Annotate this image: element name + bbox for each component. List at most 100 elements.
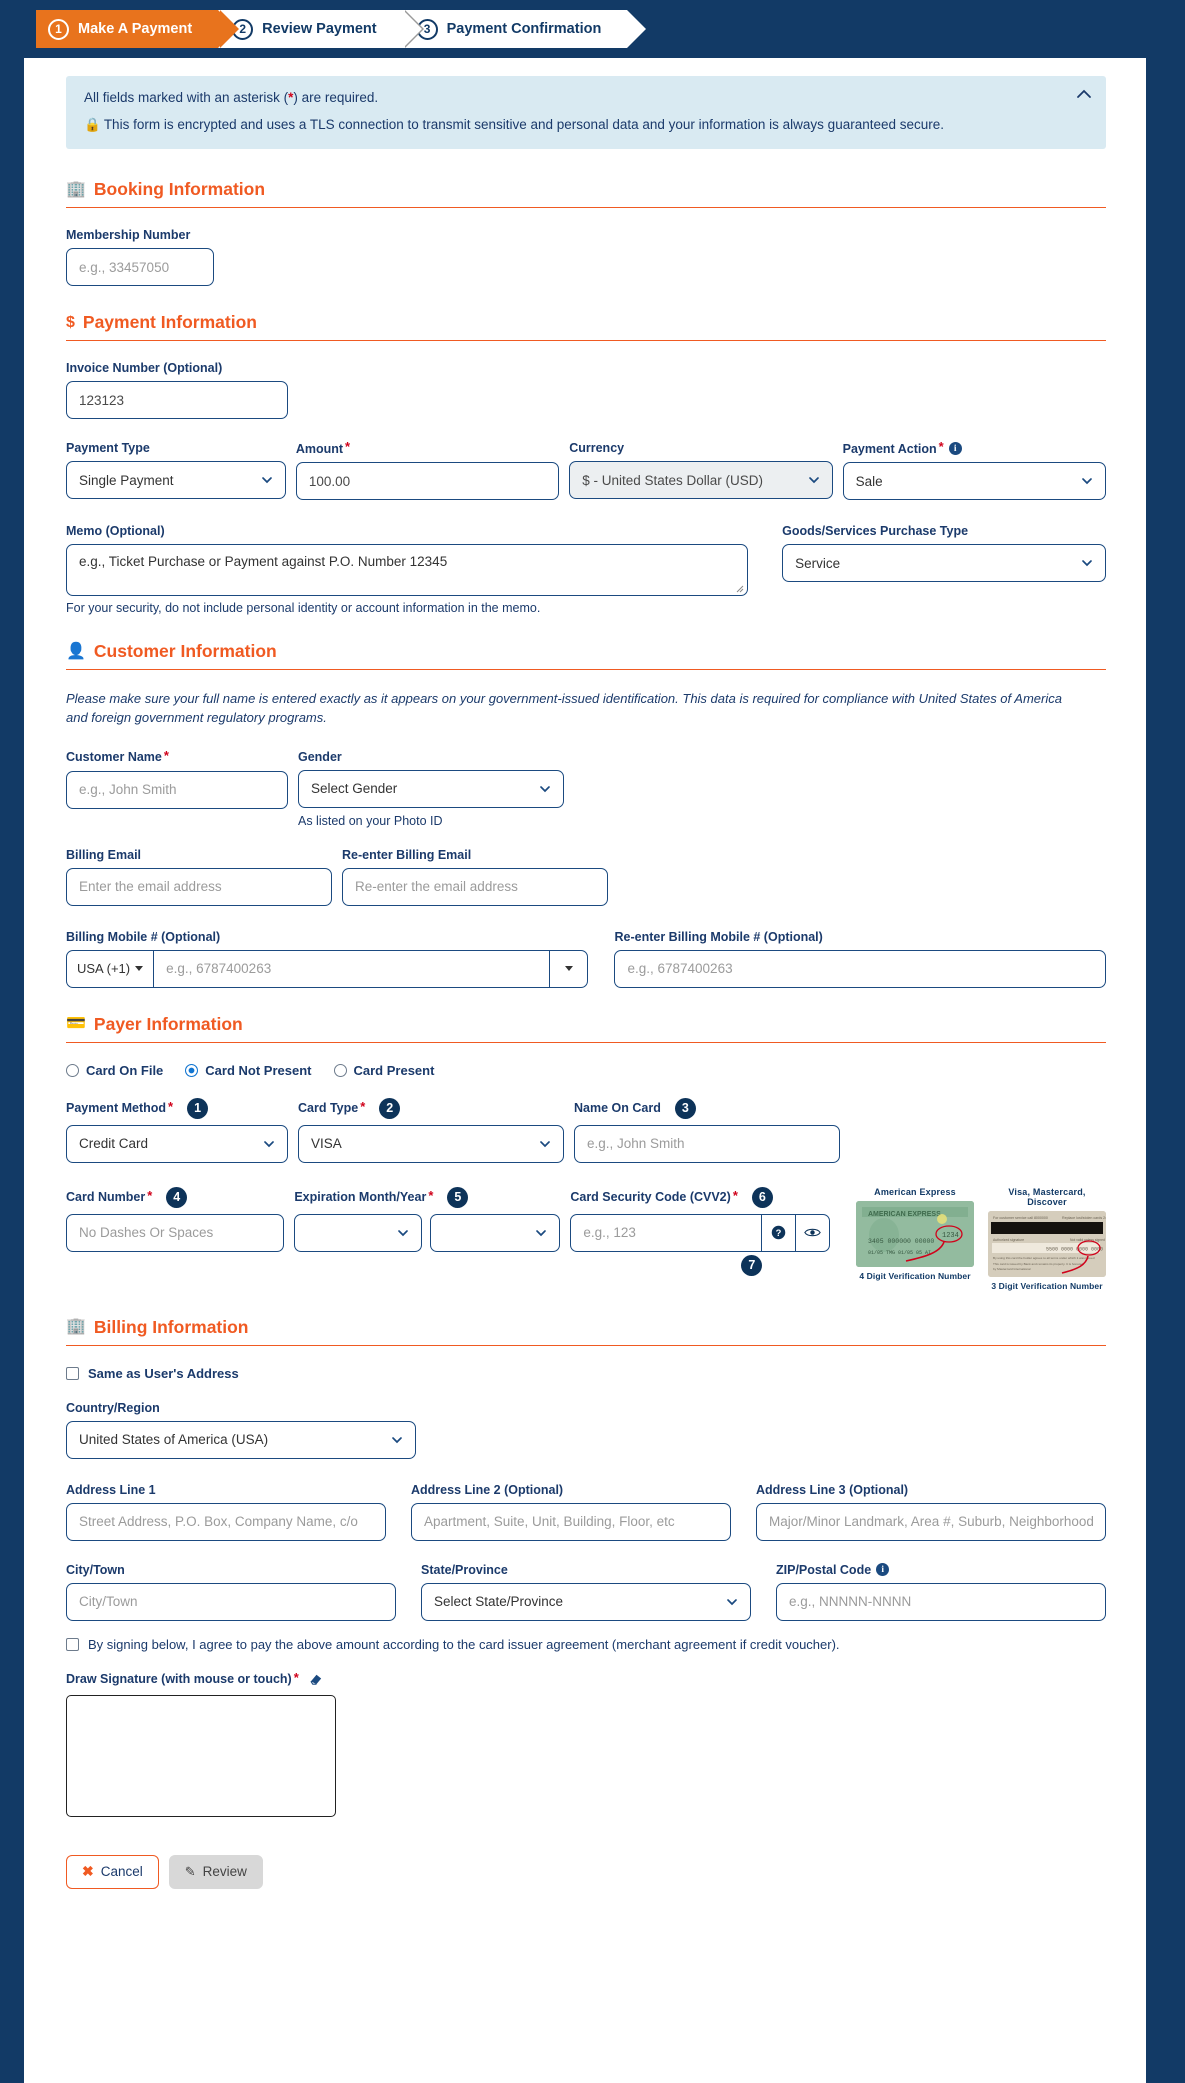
form-notice: All fields marked with an asterisk (*) a… [66, 76, 1106, 149]
memo-textarea[interactable]: e.g., Ticket Purchase or Payment against… [66, 544, 749, 596]
billing-mobile-label: Billing Mobile # (Optional) [66, 929, 221, 944]
credit-card-icon: 💳 [66, 1015, 86, 1033]
name-on-card-label: Name On Card 3 [574, 1097, 840, 1119]
customer-name-input[interactable]: e.g., John Smith [66, 770, 288, 809]
address-line-3-input[interactable]: Major/Minor Landmark, Area #, Suburb, Ne… [756, 1502, 1106, 1541]
question-circle-icon[interactable]: ? [761, 1214, 795, 1251]
radio-dot [333, 1063, 347, 1077]
eraser-icon[interactable] [309, 1672, 324, 1686]
review-button[interactable]: ✎ Review [168, 1854, 263, 1889]
address-line-2-input[interactable]: Apartment, Suite, Unit, Building, Floor,… [411, 1502, 731, 1541]
same-address-checkbox[interactable] [66, 1366, 79, 1380]
city-town-label: City/Town [66, 1562, 125, 1577]
required-asterisk: * [147, 1187, 153, 1203]
chevron-down-icon [261, 477, 272, 484]
field-card-number: Card Number * 4 No Dashes Or Spaces [66, 1186, 285, 1252]
reenter-billing-email-input[interactable]: Re-enter the email address [342, 867, 608, 906]
payment-type-select[interactable]: Single Payment [66, 461, 286, 499]
payment-type-label: Payment Type [66, 441, 150, 455]
step-review-payment[interactable]: 2 Review Payment [218, 10, 425, 48]
chevron-down-icon [1082, 478, 1092, 485]
reenter-billing-mobile-input[interactable]: e.g., 6787400263 [614, 949, 1106, 988]
gender-help-text: As listed on your Photo ID [298, 813, 443, 828]
building-icon: 🏢 [66, 1318, 86, 1336]
invoice-number-input[interactable]: 123123 [66, 381, 288, 419]
svg-text:by Mastercard International: by Mastercard International [993, 1267, 1031, 1271]
amex-caption: 4 Digit Verification Number [859, 1270, 971, 1281]
visa-caption: 3 Digit Verification Number [991, 1280, 1103, 1291]
chevron-up-icon[interactable] [1076, 86, 1092, 102]
gender-select[interactable]: Select Gender [298, 769, 564, 808]
resize-grip-icon[interactable] [734, 583, 744, 593]
step-badge-5: 5 [447, 1186, 469, 1208]
radio-dot-selected [185, 1063, 199, 1077]
field-country-region: Country/Region United States of America … [66, 1401, 416, 1459]
info-circle-icon[interactable]: i [876, 1563, 890, 1577]
step-payment-confirmation[interactable]: 3 Payment Confirmation [402, 10, 646, 48]
mobile-dropdown-button[interactable] [549, 950, 587, 987]
zip-postal-code-input[interactable]: e.g., NNNNN-NNNN [776, 1582, 1106, 1621]
cvv-input[interactable]: e.g., 123 [571, 1215, 761, 1251]
amex-title: American Express [874, 1186, 956, 1197]
address-line-1-label: Address Line 1 [66, 1482, 156, 1497]
zip-postal-code-label: ZIP/Postal Code i [776, 1563, 1106, 1577]
billing-email-input[interactable]: Enter the email address [66, 867, 332, 906]
field-expiration: Expiration Month/Year * 5 [294, 1186, 561, 1252]
info-circle-icon[interactable]: i [948, 442, 962, 455]
expiration-year-select[interactable] [430, 1213, 561, 1252]
radio-card-on-file[interactable]: Card On File [66, 1063, 163, 1078]
name-on-card-input[interactable]: e.g., John Smith [574, 1124, 840, 1163]
card-number-input[interactable]: No Dashes Or Spaces [66, 1213, 285, 1252]
state-province-label: State/Province [421, 1562, 508, 1577]
section-label: Booking Information [93, 179, 266, 199]
step-badge-6: 6 [751, 1186, 773, 1208]
state-province-select[interactable]: Select State/Province [421, 1582, 751, 1621]
payment-method-select[interactable]: Credit Card [66, 1124, 288, 1163]
card-number-label: Card Number * 4 [66, 1186, 284, 1208]
chevron-down-icon [540, 785, 550, 792]
radio-card-present[interactable]: Card Present [333, 1063, 434, 1078]
field-state-province: State/Province Select State/Province [421, 1563, 751, 1621]
step-make-a-payment[interactable]: 1 Make A Payment [36, 10, 240, 48]
mobile-country-code-select[interactable]: USA (+1) [67, 950, 155, 987]
svg-text:By using this card the holder: By using this card the holder agrees to … [993, 1256, 1095, 1260]
step-number: 1 [48, 18, 69, 40]
reenter-billing-mobile-label: Re-enter Billing Mobile # (Optional) [614, 929, 823, 944]
eye-icon[interactable] [795, 1214, 829, 1251]
radio-card-not-present[interactable]: Card Not Present [185, 1063, 312, 1078]
visa-card-image: For customer service call 8000000 Replac… [988, 1210, 1106, 1277]
payment-page: 1 Make A Payment 2 Review Payment 3 Paym… [0, 0, 1185, 2083]
expiration-month-select[interactable] [294, 1213, 423, 1252]
cvv-input-group: e.g., 123 ? [570, 1213, 830, 1252]
cancel-button[interactable]: ✖ Cancel [66, 1854, 159, 1889]
address-line-3-label: Address Line 3 (Optional) [756, 1482, 909, 1497]
cvv-label: Card Security Code (CVV2) * 6 [570, 1186, 830, 1208]
required-asterisk: * [360, 1098, 366, 1114]
payment-type-value: Single Payment [79, 472, 174, 488]
currency-select[interactable]: $ - United States Dollar (USD) [569, 461, 833, 499]
payment-action-select[interactable]: Sale [842, 462, 1106, 500]
signature-canvas[interactable] [66, 1694, 336, 1817]
section-title-customer: 👤 Customer Information [66, 641, 1106, 669]
cancel-label: Cancel [100, 1864, 143, 1880]
dollar-icon: $ [66, 313, 75, 331]
agreement-checkbox[interactable] [66, 1637, 79, 1651]
address-line-1-input[interactable]: Street Address, P.O. Box, Company Name, … [66, 1502, 386, 1541]
same-as-user-address-row[interactable]: Same as User's Address [66, 1366, 1106, 1381]
section-divider [66, 207, 1106, 208]
city-town-input[interactable]: City/Town [66, 1582, 396, 1621]
state-province-value: Select State/Province [434, 1594, 564, 1610]
agreement-row[interactable]: By signing below, I agree to pay the abo… [66, 1637, 1106, 1652]
caret-down-icon [135, 966, 144, 972]
card-type-label: Card Type * 2 [298, 1097, 564, 1119]
step-badge-4: 4 [166, 1186, 188, 1208]
membership-number-input[interactable]: e.g., 33457050 [66, 248, 214, 286]
country-region-select[interactable]: United States of America (USA) [66, 1420, 416, 1459]
amount-input[interactable]: 100.00 [295, 462, 560, 500]
card-type-select[interactable]: VISA [298, 1124, 564, 1163]
payment-action-label: Payment Action * i [843, 439, 1106, 456]
billing-mobile-input[interactable]: e.g., 6787400263 [154, 951, 549, 987]
step-badge-7: 7 [741, 1254, 763, 1276]
goods-services-select[interactable]: Service [782, 544, 1106, 582]
field-memo: Memo (Optional) e.g., Ticket Purchase or… [66, 524, 749, 615]
